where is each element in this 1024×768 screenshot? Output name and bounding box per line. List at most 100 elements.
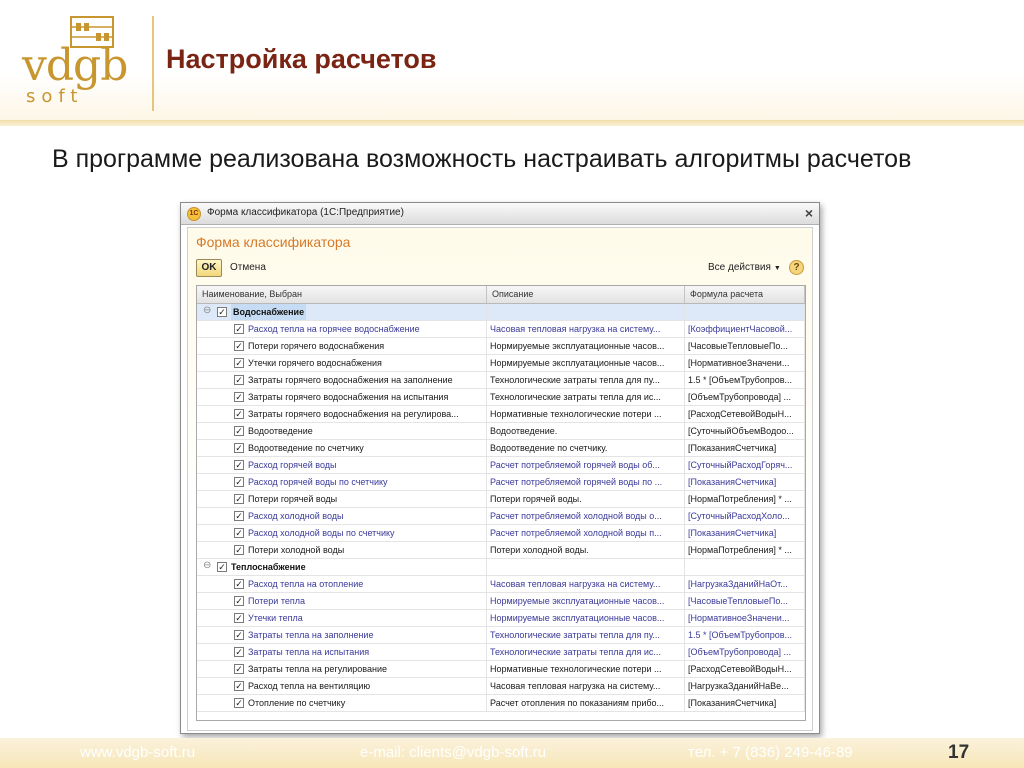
cell-name[interactable]: ✓ Водоотведение [197, 423, 487, 439]
table-row[interactable]: ✓ Расход горячей воды Расчет потребляемой … [197, 457, 805, 474]
table-group-row[interactable]: ⊖ ✓ Теплоснабжение [197, 559, 805, 576]
selected-checkbox[interactable]: ✓ [234, 545, 244, 555]
table-row[interactable]: ✓ Затраты горячего водоснабжения на испыт… [197, 389, 805, 406]
cell-description[interactable]: Расчет потребляемой горячей воды об... [487, 457, 685, 473]
cell-formula[interactable]: [РасходСетевойВодыН... [685, 406, 805, 422]
cell-formula[interactable] [685, 304, 805, 320]
cell-description[interactable]: Часовая тепловая нагрузка на систему... [487, 576, 685, 592]
cell-formula[interactable]: [НормаПотребления] * ... [685, 542, 805, 558]
cell-description[interactable]: Расчет потребляемой холодной воды п... [487, 525, 685, 541]
cell-description[interactable]: Технологические затраты тепла для пу... [487, 627, 685, 643]
selected-checkbox[interactable]: ✓ [234, 426, 244, 436]
cell-description[interactable]: Нормируемые эксплуатационные часов... [487, 593, 685, 609]
selected-checkbox[interactable]: ✓ [234, 528, 244, 538]
cell-description[interactable]: Нормируемые эксплуатационные часов... [487, 338, 685, 354]
cell-description[interactable]: Технологические затраты тепла для ис... [487, 644, 685, 660]
selected-checkbox[interactable]: ✓ [234, 324, 244, 334]
table-row[interactable]: ✓ Расход холодной воды по счетчику Расчет … [197, 525, 805, 542]
close-icon[interactable]: × [805, 205, 813, 221]
cell-name[interactable]: ✓ Расход тепла на отопление [197, 576, 487, 592]
cell-formula[interactable]: [КоэффициентЧасовой... [685, 321, 805, 337]
cell-name[interactable]: ✓ Расход горячей воды по счетчику [197, 474, 487, 490]
cell-name[interactable]: ✓ Потери горячей воды [197, 491, 487, 507]
cell-formula[interactable]: [ПоказанияСчетчика] [685, 440, 805, 456]
table-row[interactable]: ✓ Затраты тепла на испытания Технологическ… [197, 644, 805, 661]
column-header-name[interactable]: Наименование, Выбран [197, 286, 487, 303]
cell-formula[interactable]: [НагрузкаЗданийНаОт... [685, 576, 805, 592]
table-row[interactable]: ✓ Потери холодной воды Потери холодной вод… [197, 542, 805, 559]
cell-name[interactable]: ✓ Потери горячего водоснабжения [197, 338, 487, 354]
table-row[interactable]: ✓ Утечки тепла Нормируемые эксплуатационны… [197, 610, 805, 627]
cell-formula[interactable]: [ЧасовыеТепловыеПо... [685, 593, 805, 609]
table-row[interactable]: ✓ Расход холодной воды Расчет потребляемой… [197, 508, 805, 525]
column-header-formula[interactable]: Формула расчета [685, 286, 805, 303]
selected-checkbox[interactable]: ✓ [234, 341, 244, 351]
selected-checkbox[interactable]: ✓ [217, 562, 227, 572]
collapse-toggle-icon[interactable]: ⊖ [203, 560, 213, 572]
selected-checkbox[interactable]: ✓ [234, 358, 244, 368]
selected-checkbox[interactable]: ✓ [234, 613, 244, 623]
footer-site-link[interactable]: www.vdgb-soft.ru [80, 744, 195, 761]
cell-description[interactable] [487, 559, 685, 575]
selected-checkbox[interactable]: ✓ [217, 307, 227, 317]
selected-checkbox[interactable]: ✓ [234, 443, 244, 453]
cell-description[interactable] [487, 304, 685, 320]
cell-description[interactable]: Потери холодной воды. [487, 542, 685, 558]
cell-formula[interactable]: [ОбъемТрубопровода] ... [685, 644, 805, 660]
cell-name[interactable]: ✓ Расход тепла на вентиляцию [197, 678, 487, 694]
ok-button[interactable]: OK [196, 259, 222, 277]
cell-description[interactable]: Водоотведение. [487, 423, 685, 439]
cell-formula[interactable]: [РасходСетевойВодыН... [685, 661, 805, 677]
selected-checkbox[interactable]: ✓ [234, 409, 244, 419]
cell-formula[interactable]: [ЧасовыеТепловыеПо... [685, 338, 805, 354]
selected-checkbox[interactable]: ✓ [234, 477, 244, 487]
table-row[interactable]: ✓ Водоотведение по счетчику Водоотведение … [197, 440, 805, 457]
cell-description[interactable]: Нормативные технологические потери ... [487, 406, 685, 422]
cell-name[interactable]: ✓ Затраты горячего водоснабжения на запол… [197, 372, 487, 388]
classifier-table[interactable]: Наименование, Выбран Описание Формула ра… [196, 285, 806, 721]
table-row[interactable]: ✓ Затраты горячего водоснабжения на запол… [197, 372, 805, 389]
selected-checkbox[interactable]: ✓ [234, 664, 244, 674]
cell-description[interactable]: Потери горячей воды. [487, 491, 685, 507]
collapse-toggle-icon[interactable]: ⊖ [203, 305, 213, 317]
cell-name[interactable]: ✓ Расход холодной воды по счетчику [197, 525, 487, 541]
cell-name[interactable]: ✓ Расход холодной воды [197, 508, 487, 524]
table-row[interactable]: ✓ Водоотведение Водоотведение. [СуточныйОбъ… [197, 423, 805, 440]
cell-description[interactable]: Нормативные технологические потери ... [487, 661, 685, 677]
cell-description[interactable]: Расчет потребляемой горячей воды по ... [487, 474, 685, 490]
cell-description[interactable]: Часовая тепловая нагрузка на систему... [487, 321, 685, 337]
selected-checkbox[interactable]: ✓ [234, 392, 244, 402]
cell-description[interactable]: Технологические затраты тепла для ис... [487, 389, 685, 405]
cell-description[interactable]: Часовая тепловая нагрузка на систему... [487, 678, 685, 694]
cell-name[interactable]: ✓ Затраты тепла на испытания [197, 644, 487, 660]
table-row[interactable]: ✓ Потери горячей воды Потери горячей воды.… [197, 491, 805, 508]
cell-formula[interactable]: [НагрузкаЗданийНаВе... [685, 678, 805, 694]
selected-checkbox[interactable]: ✓ [234, 647, 244, 657]
cell-formula[interactable]: 1.5 * [ОбъемТрубопров... [685, 627, 805, 643]
cell-name[interactable]: ✓ Потери тепла [197, 593, 487, 609]
selected-checkbox[interactable]: ✓ [234, 630, 244, 640]
selected-checkbox[interactable]: ✓ [234, 698, 244, 708]
selected-checkbox[interactable]: ✓ [234, 579, 244, 589]
cell-formula[interactable]: [НормативноеЗначени... [685, 355, 805, 371]
cell-formula[interactable]: [ПоказанияСчетчика] [685, 474, 805, 490]
all-actions-menu[interactable]: Все действия ▼ [708, 262, 781, 273]
cell-name[interactable]: ✓ Затраты тепла на заполнение [197, 627, 487, 643]
cell-description[interactable]: Водоотведение по счетчику. [487, 440, 685, 456]
cell-description[interactable]: Расчет отопления по показаниям прибо... [487, 695, 685, 711]
cell-description[interactable]: Расчет потребляемой холодной воды о... [487, 508, 685, 524]
cell-formula[interactable]: [НормативноеЗначени... [685, 610, 805, 626]
cell-name[interactable]: ✓ Затраты горячего водоснабжения на регул… [197, 406, 487, 422]
table-row[interactable]: ✓ Потери тепла Нормируемые эксплуатационны… [197, 593, 805, 610]
cell-description[interactable]: Нормируемые эксплуатационные часов... [487, 610, 685, 626]
cell-name[interactable]: ✓ Утечки горячего водоснабжения [197, 355, 487, 371]
table-row[interactable]: ✓ Отопление по счетчику Расчет отопления п… [197, 695, 805, 712]
cell-formula[interactable]: [ОбъемТрубопровода] ... [685, 389, 805, 405]
column-header-description[interactable]: Описание [487, 286, 685, 303]
cell-name[interactable]: ✓ Отопление по счетчику [197, 695, 487, 711]
cell-formula[interactable]: [ПоказанияСчетчика] [685, 695, 805, 711]
table-group-row[interactable]: ⊖ ✓ Водоснабжение [197, 304, 805, 321]
table-row[interactable]: ✓ Расход тепла на горячее водоснабжение Ча… [197, 321, 805, 338]
table-row[interactable]: ✓ Затраты тепла на заполнение Технологичес… [197, 627, 805, 644]
cell-name[interactable]: ✓ Расход горячей воды [197, 457, 487, 473]
